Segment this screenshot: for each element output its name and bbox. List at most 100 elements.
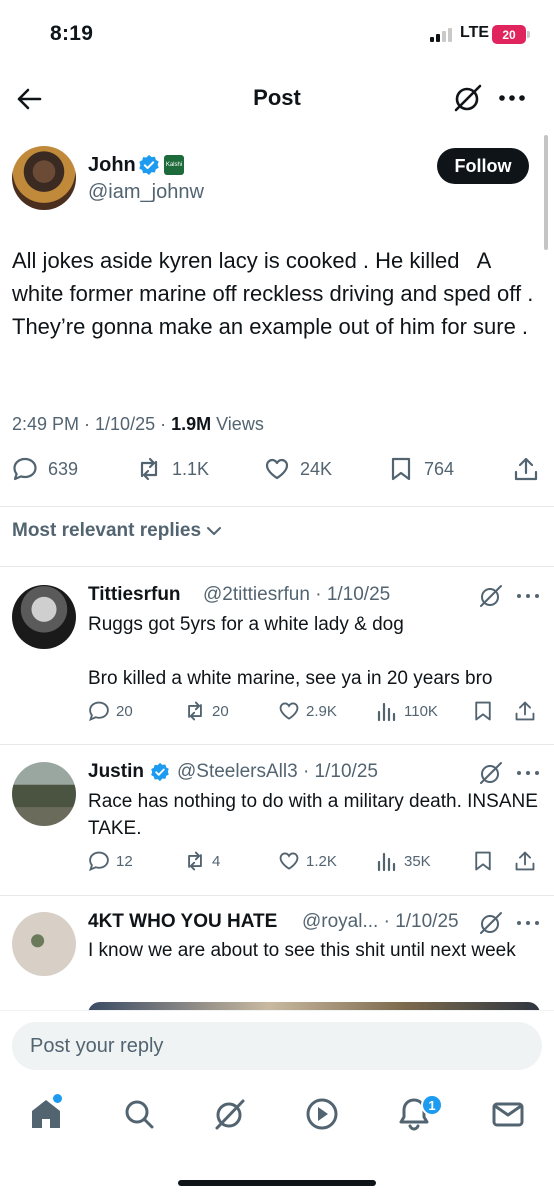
bookmark-icon bbox=[391, 457, 411, 481]
reply-text: Race has nothing to do with a military d… bbox=[88, 791, 543, 839]
reply-action-row: 20 20 2.9K 110K bbox=[88, 700, 548, 730]
notification-badge: 1 bbox=[421, 1094, 443, 1116]
reply-text: I know we are about to see this shit unt… bbox=[88, 940, 516, 961]
reply-author-name[interactable]: 4KT WHO YOU HATE bbox=[88, 911, 277, 933]
post-text: All jokes aside kyren lacy is cooked . H… bbox=[12, 248, 540, 339]
bookmark-action[interactable] bbox=[472, 700, 494, 722]
reply-icon bbox=[13, 457, 37, 481]
reply-author-name[interactable]: Justin bbox=[88, 761, 144, 783]
grok-icon[interactable] bbox=[478, 583, 504, 609]
mail-icon[interactable] bbox=[490, 1096, 526, 1132]
bookmark-action[interactable]: 764 bbox=[388, 456, 454, 482]
battery-icon: 20 bbox=[492, 25, 526, 44]
bookmark-count: 764 bbox=[424, 458, 455, 479]
chevron-down-icon bbox=[207, 527, 222, 535]
share-action[interactable] bbox=[514, 850, 536, 872]
grok-icon[interactable] bbox=[212, 1096, 248, 1132]
repost-action[interactable]: 1.1K bbox=[136, 456, 209, 482]
play-icon[interactable] bbox=[304, 1096, 340, 1132]
reply-action[interactable]: 20 bbox=[88, 700, 133, 722]
reply-action-row: 12 4 1.2K 35K bbox=[88, 850, 548, 880]
reply-icon bbox=[89, 701, 109, 722]
divider bbox=[0, 744, 554, 745]
views-count[interactable]: 1.9M bbox=[171, 414, 211, 434]
share-icon bbox=[515, 851, 535, 871]
bookmark-action[interactable] bbox=[472, 850, 494, 872]
repost-count: 1.1K bbox=[172, 458, 210, 479]
share-icon bbox=[515, 701, 535, 721]
reply-handle-date[interactable]: @2tittiesrfun · 1/10/25 bbox=[203, 584, 390, 606]
like-icon bbox=[265, 458, 289, 480]
author-handle[interactable]: @iam_johnw bbox=[88, 181, 204, 204]
search-icon[interactable] bbox=[121, 1096, 157, 1132]
views-count: 110K bbox=[404, 702, 438, 720]
battery-tip bbox=[527, 31, 530, 38]
grok-icon[interactable] bbox=[452, 82, 484, 114]
grok-icon[interactable] bbox=[478, 910, 504, 936]
reply-handle-date[interactable]: @SteelersAll3 · 1/10/25 bbox=[177, 761, 378, 783]
repost-icon bbox=[188, 851, 202, 871]
share-action[interactable] bbox=[514, 700, 536, 722]
divider bbox=[0, 895, 554, 896]
like-icon bbox=[279, 852, 299, 870]
verified-icon bbox=[151, 762, 169, 782]
repost-icon bbox=[188, 701, 202, 721]
affiliate-badge[interactable]: Kalshi bbox=[164, 155, 184, 175]
verified-icon bbox=[139, 155, 159, 175]
repost-count: 4 bbox=[212, 852, 221, 870]
views-action[interactable]: 35K bbox=[376, 850, 431, 872]
repost-count: 20 bbox=[212, 702, 229, 720]
scrollbar[interactable] bbox=[544, 135, 548, 250]
post-action-row: 639 1.1K 24K 764 bbox=[0, 456, 554, 492]
like-count: 1.2K bbox=[306, 852, 337, 870]
reply-avatar[interactable] bbox=[12, 585, 76, 649]
reply-handle-date[interactable]: @royal... · 1/10/25 bbox=[302, 911, 459, 933]
like-action[interactable]: 2.9K bbox=[278, 700, 337, 722]
like-action[interactable]: 1.2K bbox=[278, 850, 337, 872]
reply-author-name[interactable]: Tittiesrfun bbox=[88, 584, 181, 606]
reply-text: Ruggs got 5yrs for a white lady & dog Br… bbox=[88, 614, 493, 689]
repost-action[interactable]: 20 bbox=[184, 700, 229, 722]
more-icon[interactable] bbox=[515, 913, 541, 933]
reply-action[interactable]: 12 bbox=[88, 850, 133, 872]
bookmark-icon bbox=[475, 851, 491, 871]
reply-count: 639 bbox=[48, 458, 79, 479]
follow-button[interactable]: Follow bbox=[437, 148, 529, 184]
divider bbox=[0, 506, 554, 507]
reply-icon bbox=[89, 851, 109, 872]
home-indicator[interactable] bbox=[178, 1180, 376, 1186]
more-icon[interactable] bbox=[515, 763, 541, 783]
share-icon bbox=[514, 457, 538, 481]
views-icon bbox=[377, 702, 396, 722]
repost-icon bbox=[140, 457, 158, 481]
views-action[interactable]: 110K bbox=[376, 700, 438, 722]
like-icon bbox=[279, 702, 299, 720]
reply-action[interactable]: 639 bbox=[12, 456, 78, 482]
views-label: Views bbox=[211, 414, 264, 434]
more-icon[interactable] bbox=[515, 586, 541, 606]
author-avatar[interactable] bbox=[12, 146, 76, 210]
like-action[interactable]: 24K bbox=[264, 456, 332, 482]
replies-sort-label: Most relevant replies bbox=[12, 520, 202, 541]
author-name[interactable]: John bbox=[88, 154, 136, 177]
like-count: 2.9K bbox=[306, 702, 337, 720]
repost-action[interactable]: 4 bbox=[184, 850, 220, 872]
home-unread-dot bbox=[53, 1094, 62, 1103]
share-action[interactable] bbox=[513, 456, 539, 482]
network-label: LTE bbox=[460, 24, 490, 41]
replies-sort-dropdown[interactable]: Most relevant replies bbox=[12, 520, 223, 542]
post-meta: 2:49 PM · 1/10/25 · 1.9M Views bbox=[12, 414, 264, 435]
grok-icon[interactable] bbox=[478, 760, 504, 786]
reply-input[interactable]: Post your reply bbox=[12, 1022, 542, 1070]
reply-count: 20 bbox=[116, 702, 133, 720]
divider bbox=[0, 566, 554, 567]
views-icon bbox=[377, 852, 396, 872]
reply-avatar[interactable] bbox=[12, 762, 76, 826]
post-time-date: 2:49 PM · 1/10/25 · bbox=[12, 414, 172, 434]
status-time: 8:19 bbox=[50, 22, 94, 45]
like-count: 24K bbox=[300, 458, 333, 479]
bookmark-icon bbox=[475, 701, 491, 721]
more-icon[interactable] bbox=[498, 86, 526, 110]
reply-avatar[interactable] bbox=[12, 912, 76, 976]
signal-icon bbox=[430, 28, 452, 42]
